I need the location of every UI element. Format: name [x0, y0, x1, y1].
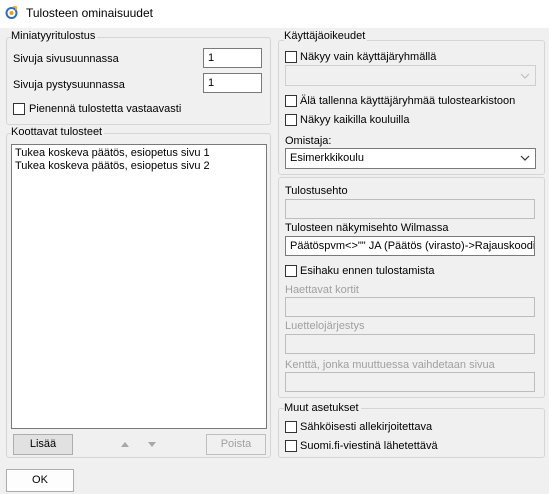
- horizontal-pages-input[interactable]: 1: [203, 48, 262, 68]
- arrow-down-icon: [148, 442, 156, 447]
- app-logo-icon: [5, 6, 18, 19]
- e-sign-checkbox[interactable]: [285, 421, 297, 433]
- move-down-button[interactable]: [141, 434, 163, 454]
- page-break-field-input[interactable]: [285, 372, 535, 392]
- list-item[interactable]: Tukea koskeva päätös, esiopetus sivu 2: [15, 160, 263, 173]
- list-order-label: Luettelojärjestys: [285, 320, 365, 332]
- compiled-outputs-list[interactable]: Tukea koskeva päätös, esiopetus sivu 1 T…: [11, 144, 267, 429]
- dont-save-group-label: Älä tallenna käyttäjäryhmää tulostearkis…: [300, 95, 516, 107]
- owner-label: Omistaja:: [285, 135, 332, 147]
- other-settings-legend: Muut asetukset: [284, 402, 361, 414]
- arrow-up-icon: [121, 442, 129, 447]
- chevron-down-icon: [520, 155, 530, 161]
- shrink-output-label: Pienennä tulostetta vastaavasti: [29, 103, 182, 115]
- add-button[interactable]: Lisää: [13, 434, 73, 455]
- ok-button[interactable]: OK: [6, 469, 74, 492]
- owner-select-value: Esimerkkikoulu: [290, 152, 364, 164]
- thumbnail-group-legend: Miniatyyritulostus: [11, 30, 98, 42]
- window-title: Tulosteen ominaisuudet: [26, 6, 153, 20]
- print-condition-input[interactable]: [285, 199, 535, 219]
- e-sign-label: Sähköisesti allekirjoitettava: [300, 421, 433, 433]
- wilma-visibility-label: Tulosteen näkymisehto Wilmassa: [285, 222, 449, 234]
- page-break-field-label: Kenttä, jonka muuttuessa vaihdetaan sivu…: [285, 359, 495, 371]
- remove-button[interactable]: Poista: [206, 434, 266, 455]
- move-up-button[interactable]: [114, 434, 136, 454]
- search-cards-label: Haettavat kortit: [285, 284, 359, 296]
- user-group-select[interactable]: [285, 65, 536, 86]
- print-condition-label: Tulostusehto: [285, 185, 348, 197]
- pre-search-label: Esihaku ennen tulostamista: [300, 265, 435, 277]
- suomifi-label: Suomi.fi-viestinä lähetettävä: [300, 440, 438, 452]
- all-schools-label: Näkyy kaikilla kouluilla: [300, 114, 410, 126]
- user-rights-legend: Käyttäjäoikeudet: [284, 30, 368, 42]
- all-schools-checkbox[interactable]: [285, 114, 297, 126]
- group-only-label: Näkyy vain käyttäjäryhmällä: [300, 51, 437, 63]
- owner-select[interactable]: Esimerkkikoulu: [285, 148, 536, 169]
- chevron-down-icon: [520, 73, 530, 79]
- suomifi-checkbox[interactable]: [285, 440, 297, 452]
- list-item[interactable]: Tukea koskeva päätös, esiopetus sivu 1: [15, 147, 263, 160]
- shrink-output-checkbox[interactable]: [13, 103, 25, 115]
- search-cards-input[interactable]: [285, 297, 535, 317]
- compiled-outputs-legend: Koottavat tulosteet: [11, 126, 105, 138]
- pre-search-checkbox[interactable]: [285, 265, 297, 277]
- title-bar: Tulosteen ominaisuudet: [0, 0, 549, 28]
- horizontal-pages-label: Sivuja sivusuunnassa: [13, 53, 119, 65]
- list-order-input[interactable]: [285, 334, 535, 354]
- vertical-pages-input[interactable]: 1: [203, 73, 262, 93]
- group-only-checkbox[interactable]: [285, 51, 297, 63]
- vertical-pages-label: Sivuja pystysuunnassa: [13, 79, 125, 91]
- dont-save-group-checkbox[interactable]: [285, 95, 297, 107]
- wilma-visibility-input[interactable]: Päätöspvm<>"" JA (Päätös (virasto)->Raja…: [285, 236, 535, 256]
